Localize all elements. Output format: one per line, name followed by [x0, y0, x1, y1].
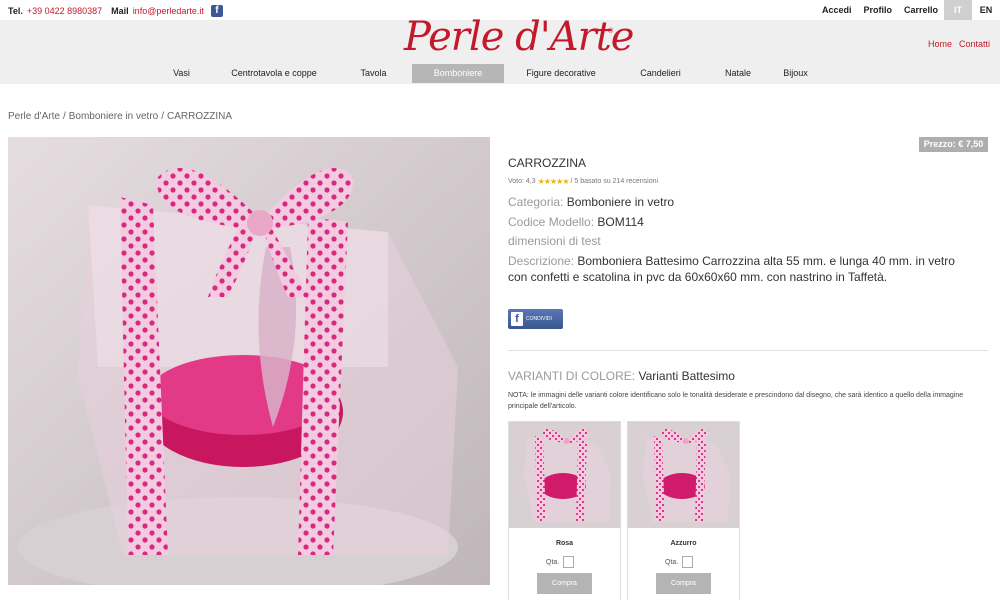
qty-input[interactable]	[682, 556, 694, 568]
login-link[interactable]: Accedi	[816, 0, 858, 20]
site-logo[interactable]: Perle d'Arte	[404, 14, 634, 60]
price-badge: Prezzo: € 7,50	[919, 137, 988, 152]
share-label: CONDIVIDI	[526, 316, 552, 322]
nav-bomboniere[interactable]: Bomboniere	[412, 64, 504, 83]
tel-link[interactable]: +39 0422 8980387	[27, 6, 102, 16]
rating: Voto: 4,3 ★★★★★ / 5 basato su 214 recens…	[508, 177, 658, 186]
header: Tel. +39 0422 8980387 Mail info@perledar…	[0, 0, 1000, 84]
facebook-icon[interactable]: f	[210, 5, 223, 17]
header-links: Home Contatti	[928, 39, 990, 49]
variant-card-rosa: Rosa Qta. Compra	[508, 421, 621, 600]
account-menu: Accedi Profilo Carrello IT EN	[816, 0, 1000, 20]
variants-heading: VARIANTI DI COLORE: Varianti Battesimo	[508, 369, 735, 383]
variant-image[interactable]	[509, 422, 620, 528]
mail-label: Mail	[111, 6, 129, 16]
model-row: Codice Modello: BOM114	[508, 215, 644, 229]
model-value: BOM114	[597, 215, 644, 229]
model-label: Codice Modello:	[508, 215, 595, 229]
description: Descrizione: Bomboniera Battesimo Carroz…	[508, 253, 968, 285]
category-row: Categoria: Bomboniere in vetro	[508, 195, 674, 209]
facebook-icon: f	[511, 312, 523, 326]
nav-vasi[interactable]: Vasi	[150, 64, 213, 83]
contacts-link[interactable]: Contatti	[959, 39, 990, 49]
buy-button[interactable]: Compra	[656, 573, 711, 594]
breadcrumb-current: CARROZZINA	[167, 111, 232, 122]
lang-en[interactable]: EN	[972, 0, 1000, 20]
breadcrumb-home[interactable]: Perle d'Arte	[8, 111, 60, 122]
product-title: CARROZZINA	[508, 156, 586, 170]
category-value[interactable]: Bomboniere in vetro	[567, 195, 674, 209]
qty-label: Qta.	[546, 558, 560, 566]
variant-image[interactable]	[628, 422, 739, 528]
variant-card-azzurro: Azzurro Qta. Compra	[627, 421, 740, 600]
mail-link[interactable]: info@perledarte.it	[133, 6, 204, 16]
divider	[508, 350, 988, 351]
rating-prefix: Voto: 4,3	[508, 178, 536, 185]
product-photo-illustration	[8, 137, 490, 585]
profile-link[interactable]: Profilo	[857, 0, 898, 20]
variant-name: Rosa	[555, 540, 574, 547]
variant-qty: Qta.	[546, 556, 575, 568]
variants-value: Varianti Battesimo	[638, 369, 735, 383]
rating-stars-icon: ★★★★★	[537, 177, 570, 186]
nav-figure-decorative[interactable]: Figure decorative	[504, 64, 618, 83]
facebook-share-button[interactable]: f CONDIVIDI	[508, 309, 563, 329]
description-text: Bomboniera Battesimo Carrozzina alta 55 …	[508, 254, 955, 284]
breadcrumb: Perle d'Arte / Bomboniere in vetro / CARROZZ…	[8, 111, 232, 122]
lang-it[interactable]: IT	[944, 0, 972, 20]
description-label: Descrizione:	[508, 254, 575, 268]
nav-tavola[interactable]: Tavola	[335, 64, 412, 83]
variant-qty: Qta.	[665, 556, 694, 568]
qty-label: Qta.	[665, 558, 679, 566]
variants-label: VARIANTI DI COLORE:	[508, 369, 636, 383]
registered-mark: ®	[608, 28, 614, 35]
dimensions-label: dimensioni di test	[508, 234, 601, 248]
breadcrumb-category[interactable]: Bomboniere in vetro	[69, 111, 159, 122]
tel-label: Tel.	[8, 6, 23, 16]
rating-suffix: / 5 basato su 214 recensioni	[570, 178, 659, 185]
nav-bijoux[interactable]: Bijoux	[773, 64, 818, 83]
contact-info: Tel. +39 0422 8980387 Mail info@perledar…	[8, 5, 223, 17]
dimensions-row: dimensioni di test	[508, 234, 601, 248]
category-label: Categoria:	[508, 195, 564, 209]
qty-input[interactable]	[563, 556, 575, 568]
main-nav: Vasi Centrotavola e coppe Tavola Bomboni…	[150, 64, 818, 83]
buy-button[interactable]: Compra	[537, 573, 592, 594]
home-link[interactable]: Home	[928, 39, 952, 49]
variants-note: NOTA: le immagini delle varianti colore …	[508, 392, 964, 410]
nav-centrotavola[interactable]: Centrotavola e coppe	[213, 64, 335, 83]
nav-candelieri[interactable]: Candelieri	[618, 64, 703, 83]
cart-link[interactable]: Carrello	[898, 0, 944, 20]
product-image[interactable]	[8, 137, 490, 585]
nav-natale[interactable]: Natale	[703, 64, 773, 83]
variant-name: Azzurro	[670, 540, 697, 547]
